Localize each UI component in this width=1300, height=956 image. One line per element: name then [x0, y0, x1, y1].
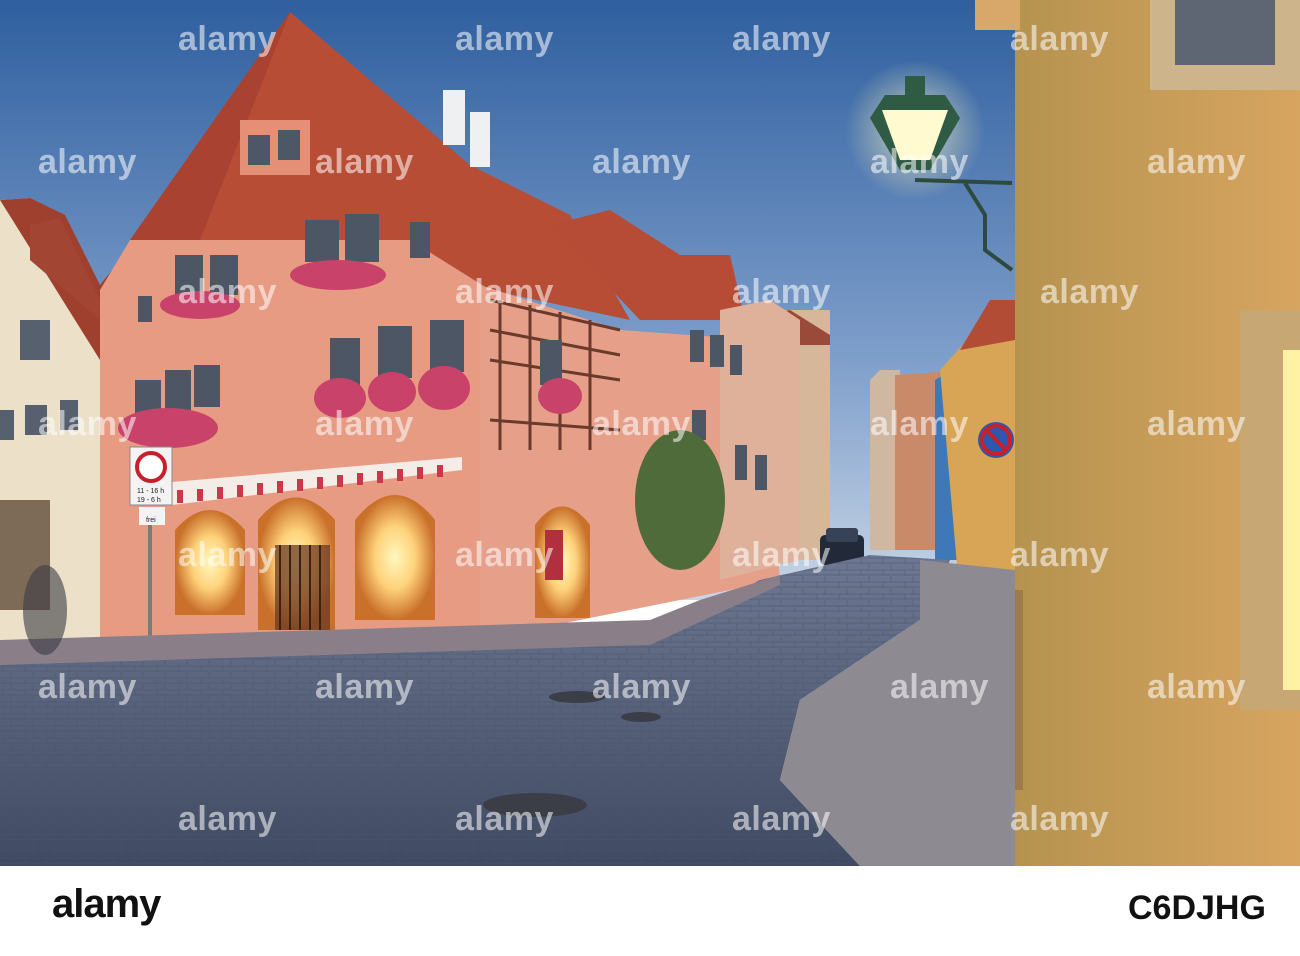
watermark: alamy — [315, 405, 414, 443]
watermark: alamy — [455, 800, 554, 838]
watermark: alamy — [38, 668, 137, 706]
image-id: C6DJHG — [1128, 889, 1266, 927]
sign-hours-2: 19 - 6 h — [137, 497, 161, 504]
watermark: alamy — [592, 668, 691, 706]
watermark: alamy — [455, 20, 554, 58]
brand-logo: alamy — [52, 882, 161, 926]
no-parking-sign — [978, 422, 1014, 458]
watermark: alamy — [732, 273, 831, 311]
sign-sub: frei — [146, 517, 156, 524]
watermark: alamy — [1010, 20, 1109, 58]
watermark: alamy — [732, 20, 831, 58]
footer-bar — [0, 866, 1300, 956]
pedestrian — [23, 565, 67, 655]
watermark: alamy — [315, 143, 414, 181]
watermark: alamy — [178, 800, 277, 838]
watermark: alamy — [890, 668, 989, 706]
watermark: alamy — [178, 536, 277, 574]
watermark: alamy — [455, 536, 554, 574]
watermark: alamy — [1147, 405, 1246, 443]
watermark: alamy — [870, 143, 969, 181]
sign-hours-1: 11 - 16 h — [137, 488, 164, 495]
watermark: alamy — [592, 405, 691, 443]
watermark: alamy — [1010, 800, 1109, 838]
watermark: alamy — [455, 273, 554, 311]
watermark: alamy — [592, 143, 691, 181]
watermark: alamy — [1147, 668, 1246, 706]
right-building — [975, 0, 1300, 866]
watermark: alamy — [732, 800, 831, 838]
watermark: alamy — [178, 20, 277, 58]
watermark: alamy — [1040, 273, 1139, 311]
watermark: alamy — [38, 143, 137, 181]
watermark: alamy — [1147, 143, 1246, 181]
watermark: alamy — [178, 273, 277, 311]
street-photo: 11 - 16 h 19 - 6 h frei alamy alamy alam… — [0, 0, 1300, 866]
watermark: alamy — [870, 405, 969, 443]
watermark: alamy — [38, 405, 137, 443]
watermark: alamy — [1010, 536, 1109, 574]
watermark: alamy — [732, 536, 831, 574]
watermark: alamy — [315, 668, 414, 706]
